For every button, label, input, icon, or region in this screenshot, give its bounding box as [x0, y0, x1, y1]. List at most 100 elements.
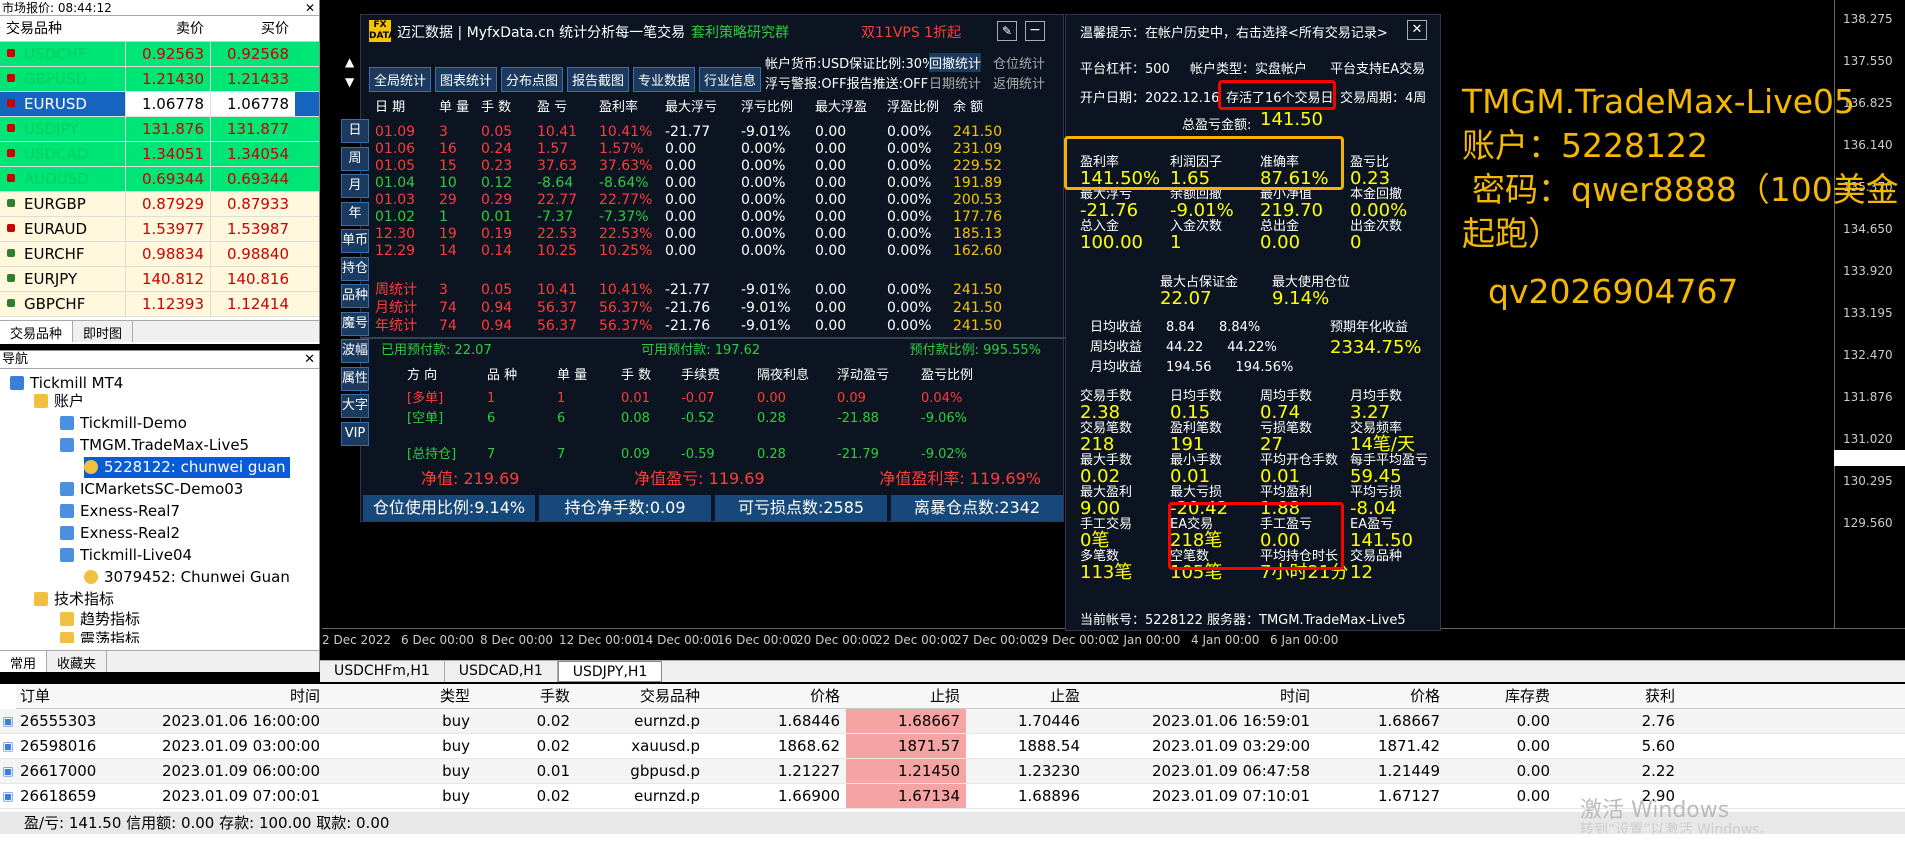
close-icon[interactable]: ✕ [304, 351, 319, 368]
promo-vps[interactable]: 双11VPS 1折起 [861, 22, 961, 42]
table-cell: 0.02 [536, 712, 570, 730]
loss-points: 可亏损点数:2585 [715, 495, 887, 521]
col-symbol[interactable]: 交易品种 [0, 16, 125, 41]
tab-chart-active[interactable]: USDJPY,H1 [557, 661, 663, 682]
stats-tab-button[interactable]: 图表统计 [435, 67, 498, 92]
column-header[interactable]: 获利 [1556, 684, 1681, 708]
table-row[interactable]: ▣ 26617000 2023.01.09 06:00:00 buy 0.01 gbpus… [0, 759, 1905, 784]
nav-item-server[interactable]: Tickmill-Demo [60, 413, 187, 434]
stats-tab-button[interactable]: 报告截图 [567, 67, 630, 92]
market-row[interactable]: EURGBP 0.87929 0.87933 [0, 192, 319, 217]
side-tab[interactable]: 持仓 [341, 256, 369, 281]
promo-group[interactable]: 套利策略研究群 [691, 22, 789, 42]
column-header[interactable]: 时间 [136, 684, 326, 708]
market-row[interactable]: USDJPY 131.876 131.877 [0, 117, 319, 142]
market-row[interactable]: EURCHF 0.98834 0.98840 [0, 242, 319, 267]
column-header[interactable]: 订单 [16, 684, 136, 708]
column-header[interactable]: 类型 [326, 684, 476, 708]
folder-icon [60, 632, 74, 643]
market-row[interactable]: EURAUD 1.53977 1.53987 [0, 217, 319, 242]
btn-rebate[interactable]: 返佣统计 [993, 73, 1045, 92]
side-tab[interactable]: 大字 [341, 394, 369, 418]
tab-symbols[interactable]: 交易品种 [0, 321, 74, 342]
column-header[interactable]: 价格 [1316, 684, 1446, 708]
side-tab[interactable]: 周 [341, 146, 369, 171]
side-tab[interactable]: 年 [341, 201, 369, 226]
column-header[interactable]: 交易品种 [576, 684, 706, 708]
market-row[interactable]: EURJPY 140.812 140.816 [0, 267, 319, 292]
nav-item-accounts[interactable]: 账户 [34, 391, 84, 412]
side-tab[interactable]: 单币 [341, 229, 369, 253]
pos-cell: 6 [487, 411, 496, 426]
btn-date[interactable]: 日期统计 [929, 73, 981, 92]
column-header[interactable]: 库存费 [1446, 684, 1556, 708]
stat-value: 9.14% [1272, 288, 1330, 309]
tab-common[interactable]: 常用 [0, 651, 48, 672]
nav-item-server[interactable]: Exness-Real2 [60, 523, 180, 544]
tab-chart[interactable]: USDCHFm,H1 [320, 661, 445, 682]
side-tab[interactable]: 波幅 [341, 339, 369, 363]
nav-item-oscillators[interactable]: 震荡指标 [60, 629, 140, 643]
nav-item-server[interactable]: TMGM.TradeMax-Live5 [60, 435, 249, 456]
nav-item-indicators[interactable]: 技术指标 [34, 589, 114, 610]
x-tick-label: 14 Dec 00:00 [638, 633, 719, 647]
side-tab[interactable]: 日 [341, 119, 369, 143]
stats-tab-button[interactable]: 专业数据 [633, 67, 696, 92]
minimize-icon[interactable]: − [1025, 21, 1045, 41]
tab-favorites[interactable]: 收藏夹 [47, 651, 108, 672]
market-row[interactable]: AUDUSD 0.69344 0.69344 [0, 167, 319, 192]
nav-item-server[interactable]: Tickmill-Live04 [60, 545, 192, 566]
grid-cell: 22.53 [537, 226, 578, 242]
market-row[interactable]: GBPCHF 1.12393 1.12414 [0, 292, 319, 317]
table-row[interactable]: ▣ 26598016 2023.01.09 03:00:00 buy 0.02 xauus… [0, 734, 1905, 759]
ask-cell: 131.877 [210, 117, 295, 141]
market-watch-time: 市场报价: 08:44:12 [2, 1, 112, 15]
stats-tab-button[interactable]: 分布点图 [501, 67, 564, 92]
nav-item-server[interactable]: ICMarketsSC-Demo03 [60, 479, 243, 500]
stats-tab-button[interactable]: 行业信息 [699, 67, 762, 92]
stats-tab-button[interactable]: 全局统计 [369, 67, 432, 92]
grid-header-cell: 最大浮亏 [665, 100, 718, 115]
btn-position[interactable]: 仓位统计 [993, 53, 1045, 72]
tab-chart[interactable]: USDCAD,H1 [445, 661, 558, 682]
nav-item-server[interactable]: Exness-Real7 [60, 501, 180, 522]
grid-cell: 0.00 [815, 282, 847, 298]
column-header[interactable]: 止损 [846, 684, 966, 708]
column-header[interactable]: 时间 [1086, 684, 1316, 708]
nav-item-account-selected[interactable]: 5228122: chunwei guan [84, 457, 290, 478]
equity: 净值: 219.69 [421, 469, 520, 488]
overlay-text: TMGM.TradeMax-Live05 账户：5228122 密码：qwer8… [1462, 80, 1899, 314]
total-profit: 141.50 [1260, 109, 1323, 130]
side-tab[interactable]: VIP [341, 421, 369, 446]
nav-item-trend[interactable]: 趋势指标 [60, 609, 140, 630]
side-tab[interactable]: 属性 [341, 366, 369, 391]
column-header[interactable]: 止盈 [966, 684, 1086, 708]
col-ask[interactable]: 买价 [210, 16, 295, 41]
side-tab[interactable]: 品种 [341, 284, 369, 308]
btn-drawdown[interactable]: 回撤统计 [929, 53, 982, 72]
side-tab[interactable]: 月 [341, 174, 369, 198]
pos-header-cell: 品 种 [487, 368, 518, 383]
column-header[interactable]: 价格 [706, 684, 846, 708]
scroll-up-icon[interactable]: ▲ [345, 55, 354, 69]
close-icon[interactable]: ✕ [1407, 20, 1427, 40]
scroll-down-icon[interactable]: ▼ [345, 75, 354, 89]
side-tab[interactable]: 魔号 [341, 311, 369, 336]
nav-item-account[interactable]: 3079452: Chunwei Guan [84, 567, 290, 588]
grid-header-cell: 手 数 [481, 100, 512, 115]
market-row[interactable]: EURUSD 1.06778 1.06778 [0, 92, 319, 117]
edit-icon[interactable]: ✎ [997, 21, 1017, 41]
table-row[interactable]: ▣ 26555303 2023.01.06 16:00:00 buy 0.02 eurnz… [0, 709, 1905, 734]
grid-cell: -8.64 [537, 175, 574, 191]
col-bid[interactable]: 卖价 [125, 16, 210, 41]
close-icon[interactable]: ✕ [305, 0, 319, 15]
column-header[interactable]: 手数 [476, 684, 576, 708]
grid-cell: 0.00 [665, 141, 697, 157]
grid-cell: 10.41% [599, 282, 653, 298]
market-row[interactable]: USDCAD 1.34051 1.34054 [0, 142, 319, 167]
market-row[interactable]: GBPUSD 1.21430 1.21433 [0, 67, 319, 92]
market-row[interactable]: USDCHF 0.92563 0.92568 [0, 42, 319, 67]
grid-cell: 0.12 [481, 175, 513, 191]
tab-tick-chart[interactable]: 即时图 [73, 321, 134, 342]
stat-cell: 月均手数 3.27 [1350, 389, 1402, 422]
